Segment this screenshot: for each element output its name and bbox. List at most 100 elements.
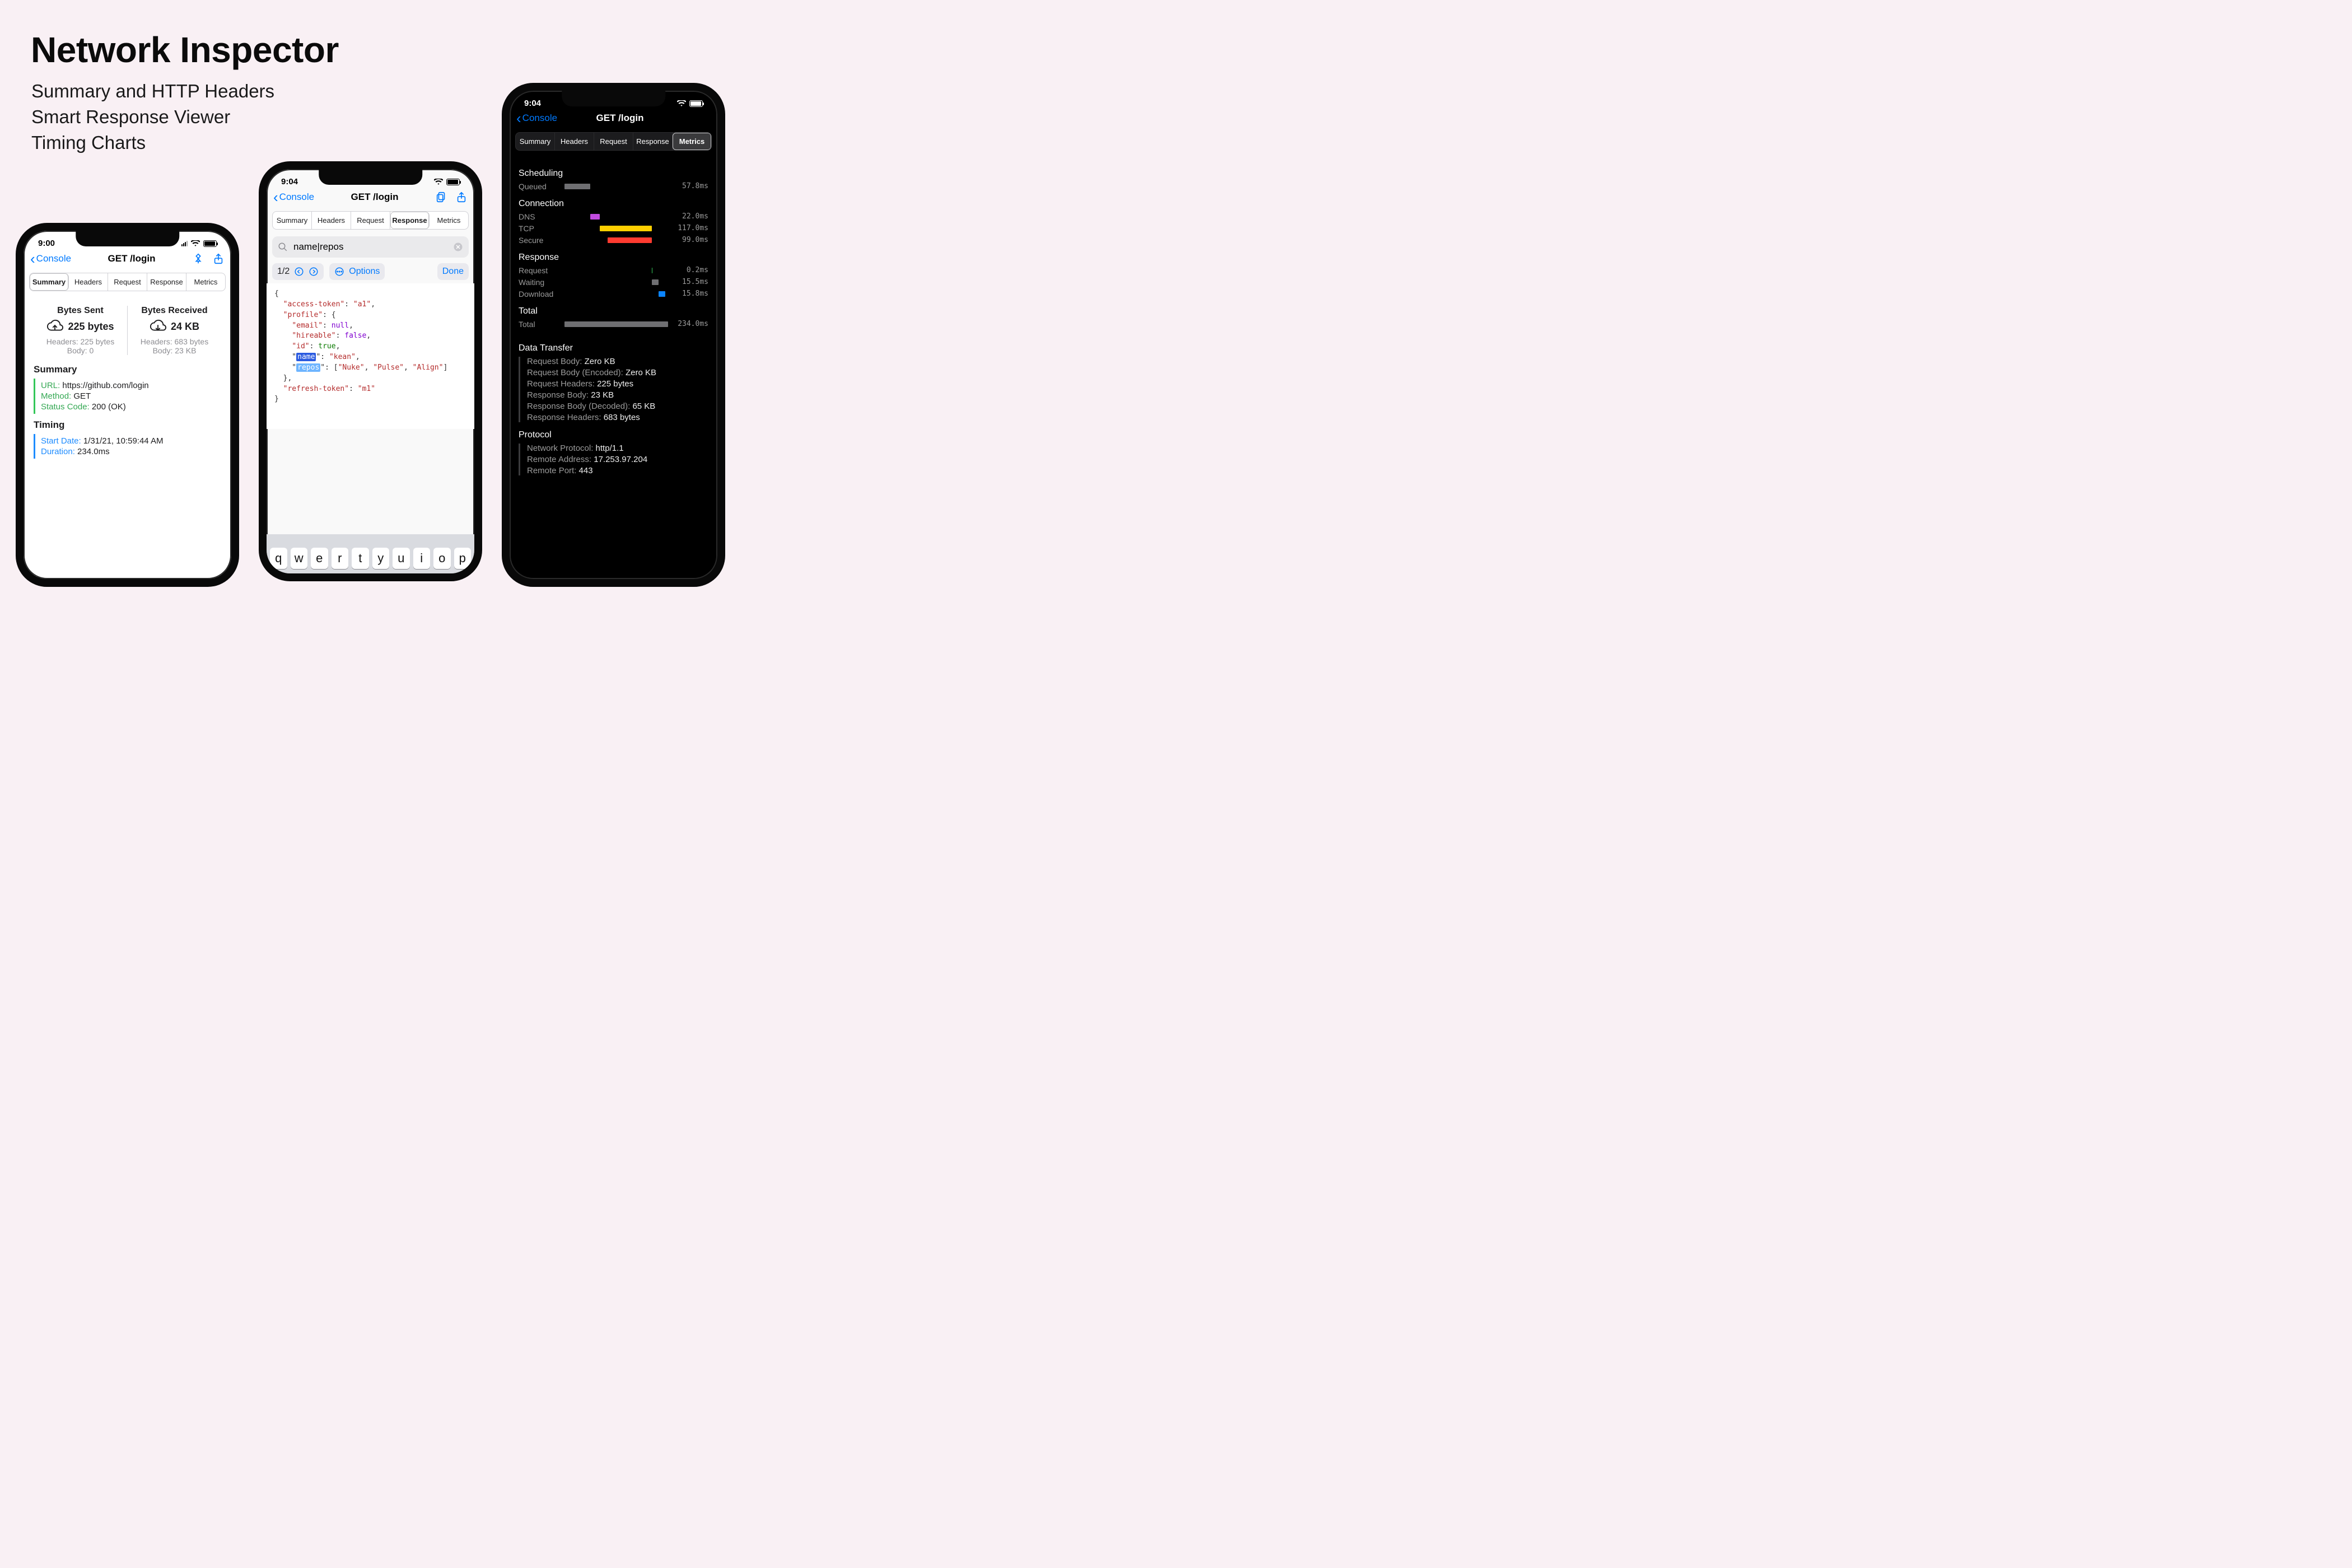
cellular-icon <box>181 241 188 246</box>
section-header: Total <box>519 306 708 316</box>
timing-segment <box>608 237 651 243</box>
search-field[interactable] <box>272 236 469 258</box>
timing-block: Start Date: 1/31/21, 10:59:44 AM Duratio… <box>34 434 221 459</box>
item-val: http/1.1 <box>596 444 624 453</box>
tab-headers[interactable]: Headers <box>69 273 108 291</box>
item-key: Response Headers: <box>527 413 604 422</box>
item-val: 65 KB <box>632 402 655 411</box>
bytes-cards: Bytes Sent 225 bytes Headers: 225 bytes … <box>34 306 221 355</box>
copy-icon[interactable] <box>435 191 447 203</box>
tab-headers[interactable]: Headers <box>312 212 351 229</box>
chevron-left-icon: ‹ <box>516 113 521 124</box>
back-label: Console <box>36 253 71 264</box>
keyboard-key[interactable]: t <box>352 548 369 569</box>
tab-metrics[interactable]: Metrics <box>430 212 468 229</box>
back-button[interactable]: ‹ Console <box>516 113 557 124</box>
timing-bar <box>564 226 668 231</box>
subtitle-line: Timing Charts <box>31 130 274 156</box>
timing-bar <box>564 184 668 189</box>
search-input[interactable] <box>292 241 449 253</box>
timing-label: Waiting <box>519 278 559 287</box>
pin-icon[interactable] <box>192 253 204 265</box>
summary-url-val: https://github.com/login <box>62 381 148 390</box>
json-str: "kean" <box>329 353 356 361</box>
list-item: Request Body (Encoded): Zero KB <box>527 368 708 377</box>
next-match-icon[interactable] <box>309 267 319 277</box>
tab-summary[interactable]: Summary <box>30 273 69 291</box>
keyboard-key[interactable]: y <box>372 548 390 569</box>
tab-response[interactable]: Response <box>633 133 673 150</box>
chevron-left-icon: ‹ <box>30 253 35 265</box>
timing-bar <box>564 237 668 243</box>
keyboard-key[interactable]: r <box>332 548 349 569</box>
clear-icon[interactable] <box>453 242 463 252</box>
timing-bar <box>564 268 668 273</box>
section-timing: Timing <box>34 419 221 431</box>
keyboard-key[interactable]: i <box>413 548 431 569</box>
back-label: Console <box>279 192 314 203</box>
chevron-left-icon: ‹ <box>273 192 278 203</box>
keyboard[interactable]: qwertyuiop <box>267 534 474 573</box>
back-label: Console <box>522 113 557 124</box>
json-key: "id" <box>292 342 309 351</box>
share-icon[interactable] <box>455 191 468 203</box>
bytes-sent-body: Body: 0 <box>34 346 127 355</box>
item-key: Remote Address: <box>527 455 594 464</box>
timing-bar <box>564 214 668 220</box>
timing-row: Secure99.0ms <box>519 236 708 245</box>
item-val: Zero KB <box>585 357 615 366</box>
share-icon[interactable] <box>212 253 225 265</box>
json-str: "Align" <box>413 363 444 372</box>
keyboard-key[interactable]: u <box>393 548 410 569</box>
timing-row: DNS 22.0ms <box>519 212 708 221</box>
tab-response[interactable]: Response <box>147 273 186 291</box>
options-label: Options <box>349 267 380 277</box>
back-button[interactable]: ‹ Console <box>30 253 71 265</box>
timing-value: 15.8ms <box>674 290 708 298</box>
protocol-block: Network Protocol: http/1.1Remote Address… <box>519 444 708 475</box>
json-key: "hireable" <box>292 332 335 340</box>
tab-response[interactable]: Response <box>390 212 430 229</box>
prev-match-icon[interactable] <box>294 267 304 277</box>
tab-metrics[interactable]: Metrics <box>186 273 225 291</box>
phone-notch <box>76 230 180 246</box>
nav-title: GET /login <box>319 192 431 203</box>
timing-segment <box>590 214 600 220</box>
list-item: Response Body (Decoded): 65 KB <box>527 402 708 411</box>
json-null: null <box>332 321 349 330</box>
tab-request[interactable]: Request <box>108 273 147 291</box>
keyboard-key[interactable]: o <box>433 548 451 569</box>
subtitle-line: Summary and HTTP Headers <box>31 78 274 104</box>
json-str: "Nuke" <box>338 363 365 372</box>
tab-headers[interactable]: Headers <box>555 133 594 150</box>
timing-label: Request <box>519 266 559 275</box>
done-button[interactable]: Done <box>437 263 469 280</box>
tab-request[interactable]: Request <box>351 212 390 229</box>
keyboard-key[interactable]: q <box>270 548 287 569</box>
list-item: Response Headers: 683 bytes <box>527 413 708 422</box>
json-key: "email" <box>292 321 323 330</box>
bytes-recv-body: Body: 23 KB <box>128 346 221 355</box>
timing-segment <box>564 321 668 327</box>
options-icon <box>334 267 344 277</box>
item-val: 23 KB <box>591 390 614 400</box>
tab-segmented: Summary Headers Request Response Metrics <box>515 132 712 151</box>
tab-summary[interactable]: Summary <box>273 212 312 229</box>
find-toolbar: 1/2 Options Done <box>267 260 474 283</box>
list-item: Response Body: 23 KB <box>527 390 708 400</box>
timing-dur-key: Duration: <box>41 447 75 456</box>
tab-metrics[interactable]: Metrics <box>673 133 711 150</box>
tab-summary[interactable]: Summary <box>516 133 555 150</box>
timing-label: DNS <box>519 212 559 221</box>
keyboard-key[interactable]: w <box>291 548 308 569</box>
list-item: Request Body: Zero KB <box>527 357 708 366</box>
section-header: Connection <box>519 199 708 209</box>
tab-request[interactable]: Request <box>594 133 633 150</box>
timing-value: 22.0ms <box>674 212 708 221</box>
options-button[interactable]: Options <box>329 263 385 280</box>
json-viewer[interactable]: { "access-token": "a1", "profile": { "em… <box>267 283 474 429</box>
back-button[interactable]: ‹ Console <box>273 192 314 203</box>
keyboard-key[interactable]: e <box>311 548 328 569</box>
timing-start-key: Start Date: <box>41 436 81 446</box>
keyboard-key[interactable]: p <box>454 548 472 569</box>
